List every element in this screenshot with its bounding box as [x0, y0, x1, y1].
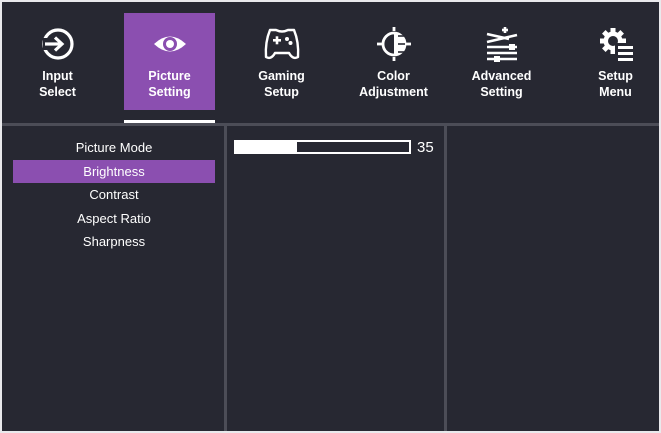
nav-setup-menu[interactable]: Setup Menu	[570, 13, 659, 110]
gear-menu-icon	[596, 24, 636, 64]
top-navigation: Input Select Picture Setting Gaming Setu…	[2, 2, 659, 124]
nav-picture-setting[interactable]: Picture Setting	[124, 13, 215, 110]
menu-item-contrast[interactable]: Contrast	[13, 183, 215, 207]
nav-input-select[interactable]: Input Select	[12, 13, 103, 110]
brightness-value: 35	[417, 139, 434, 156]
menu-item-sharpness[interactable]: Sharpness	[13, 230, 215, 254]
nav-label: Setup Menu	[598, 69, 633, 99]
nav-label: Advanced Setting	[471, 69, 532, 99]
nav-color-adjustment[interactable]: Color Adjustment	[348, 13, 439, 110]
column-divider-left	[224, 126, 227, 431]
nav-gaming-setup[interactable]: Gaming Setup	[236, 13, 327, 110]
brightness-slider[interactable]	[234, 140, 411, 154]
nav-divider	[2, 123, 659, 126]
advanced-lines-icon	[482, 24, 522, 64]
gamepad-icon	[262, 24, 302, 64]
menu-item-aspect-ratio[interactable]: Aspect Ratio	[13, 207, 215, 231]
nav-advanced-setting[interactable]: Advanced Setting	[456, 13, 547, 110]
brightness-slider-fill	[236, 142, 297, 152]
nav-label: Picture Setting	[148, 69, 191, 99]
input-enter-icon	[38, 24, 78, 64]
nav-label: Color Adjustment	[359, 69, 428, 99]
picture-settings-menu: Picture Mode Brightness Contrast Aspect …	[13, 136, 215, 254]
menu-item-brightness[interactable]: Brightness	[13, 159, 215, 183]
monitor-osd: Input Select Picture Setting Gaming Setu…	[2, 2, 659, 431]
eye-icon	[150, 24, 190, 64]
menu-item-picture-mode[interactable]: Picture Mode	[13, 136, 215, 160]
color-adjust-icon	[374, 24, 414, 64]
nav-label: Input Select	[39, 69, 76, 99]
column-divider-right	[444, 126, 447, 431]
nav-label: Gaming Setup	[258, 69, 305, 99]
